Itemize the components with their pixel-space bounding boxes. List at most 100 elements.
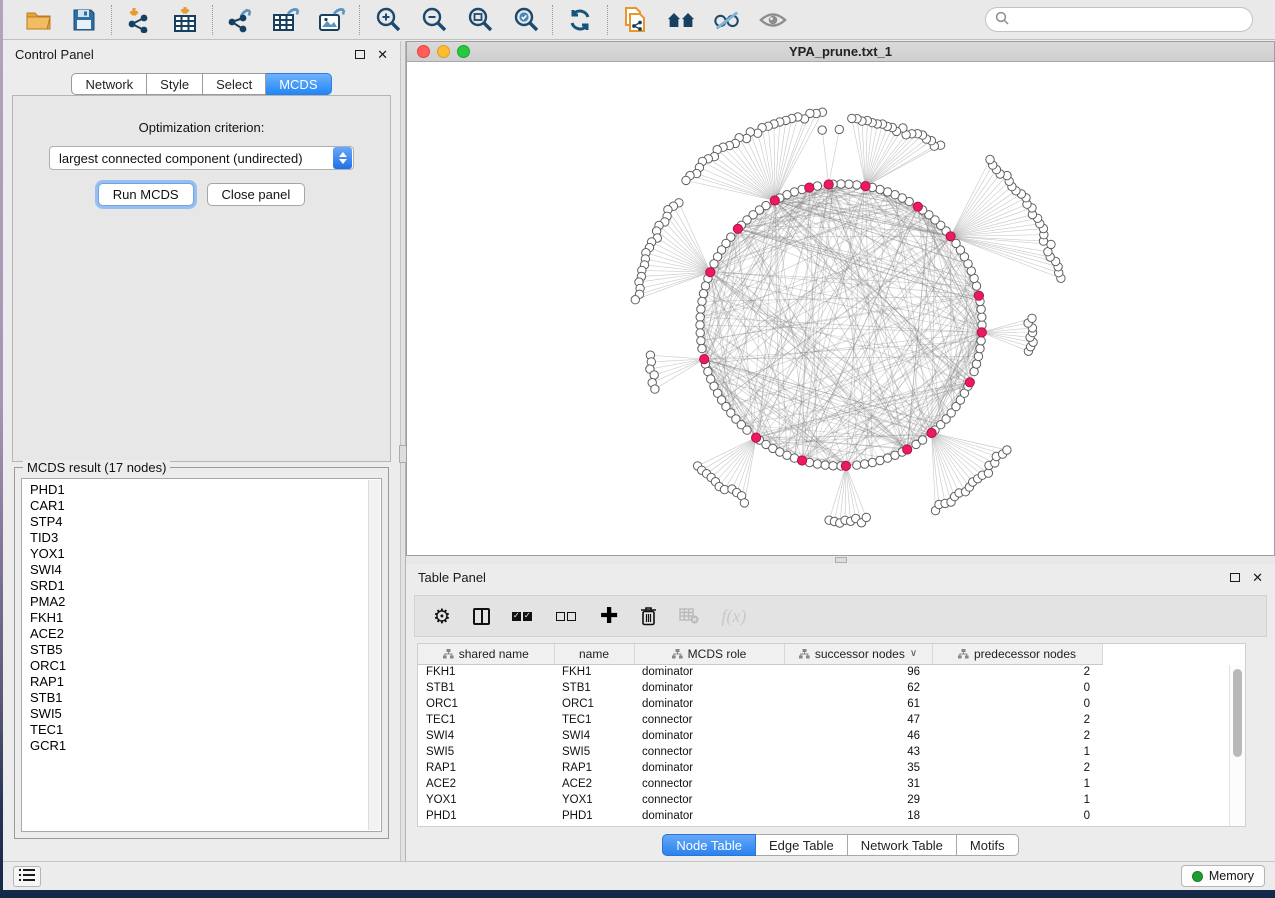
zoom-in-icon[interactable] [373, 6, 401, 34]
tab-style[interactable]: Style [147, 73, 203, 95]
mcds-result-item[interactable]: ORC1 [30, 658, 381, 674]
import-table-icon[interactable] [171, 6, 199, 34]
task-history-button[interactable] [13, 866, 41, 887]
mcds-result-item[interactable]: STP4 [30, 514, 381, 530]
mcds-result-item[interactable]: STB5 [30, 642, 381, 658]
table-row[interactable]: SWI4 SWI4 dominator 46 2 [418, 728, 1102, 744]
mcds-result-item[interactable]: PHD1 [30, 482, 381, 498]
table-row[interactable]: ACE2 ACE2 connector 31 1 [418, 776, 1102, 792]
table-panel: Table Panel ✕ ⚙ ✚ [406, 564, 1275, 861]
maximize-window-icon[interactable] [457, 45, 470, 58]
tab-edge-table[interactable]: Edge Table [756, 834, 848, 856]
export-network-icon[interactable] [226, 6, 254, 34]
table-row[interactable]: YOX1 YOX1 connector 29 1 [418, 792, 1102, 808]
table-row[interactable]: RAP1 RAP1 dominator 35 2 [418, 760, 1102, 776]
zoom-selected-icon[interactable] [511, 6, 539, 34]
column-header-shared-name[interactable]: shared name [418, 644, 554, 664]
tab-motifs[interactable]: Motifs [957, 834, 1019, 856]
mcds-result-item[interactable]: GCR1 [30, 738, 381, 754]
horizontal-splitter[interactable] [406, 556, 1275, 564]
column-header-successor-nodes[interactable]: successor nodes ∨ [784, 644, 932, 664]
list-icon [19, 869, 35, 884]
clone-network-icon[interactable] [621, 6, 649, 34]
float-panel-icon[interactable] [355, 50, 365, 59]
mcds-result-item[interactable]: SRD1 [30, 578, 381, 594]
export-table-icon[interactable] [272, 6, 300, 34]
mcds-result-list[interactable]: PHD1CAR1STP4TID3YOX1SWI4SRD1PMA2FKH1ACE2… [21, 478, 382, 832]
table-row[interactable]: TEC1 TEC1 connector 47 2 [418, 712, 1102, 728]
tab-network[interactable]: Network [71, 73, 147, 95]
control-panel-tabs: Network Style Select MCDS [3, 73, 400, 95]
network-titlebar[interactable]: YPA_prune.txt_1 [407, 42, 1274, 62]
mcds-result-item[interactable]: FKH1 [30, 610, 381, 626]
sort-descending-icon: ∨ [910, 648, 917, 659]
memory-button[interactable]: Memory [1181, 865, 1265, 887]
close-table-panel-icon[interactable]: ✕ [1252, 571, 1263, 584]
select-all-icon[interactable] [512, 612, 534, 621]
table-panel-title: Table Panel [418, 570, 486, 585]
delete-row-icon[interactable] [640, 606, 657, 626]
hierarchy-icon [443, 649, 454, 659]
table-header-row: shared name name MCDS role successor nod… [418, 644, 1102, 664]
refresh-layout-icon[interactable] [566, 6, 594, 34]
mcds-result-item[interactable]: RAP1 [30, 674, 381, 690]
tab-mcds[interactable]: MCDS [266, 73, 331, 95]
column-header-predecessor-nodes[interactable]: predecessor nodes [932, 644, 1102, 664]
optimization-criterion-value: largest connected component (undirected) [50, 151, 333, 166]
column-header-mcds-role[interactable]: MCDS role [634, 644, 784, 664]
show-columns-icon[interactable] [473, 608, 490, 625]
horizontal-splitter-grip[interactable] [835, 557, 847, 563]
import-network-icon[interactable] [125, 6, 153, 34]
table-row[interactable]: SWI5 SWI5 connector 43 1 [418, 744, 1102, 760]
function-builder-icon: f(x) [721, 606, 746, 627]
tab-node-table[interactable]: Node Table [662, 834, 756, 856]
close-panel-icon[interactable]: ✕ [377, 48, 388, 61]
save-session-icon[interactable] [70, 6, 98, 34]
mcds-result-item[interactable]: YOX1 [30, 546, 381, 562]
mcds-result-item[interactable]: ACE2 [30, 626, 381, 642]
table-scrollbar[interactable] [1229, 665, 1245, 826]
mcds-result-item[interactable]: SWI4 [30, 562, 381, 578]
tab-select[interactable]: Select [203, 73, 266, 95]
mcds-list-scrollbar[interactable] [368, 480, 380, 830]
mcds-result-item[interactable]: TEC1 [30, 722, 381, 738]
search-icon [995, 11, 1009, 28]
close-window-icon[interactable] [417, 45, 430, 58]
mcds-result-item[interactable]: CAR1 [30, 498, 381, 514]
table-row[interactable]: FKH1 FKH1 dominator 96 2 [418, 664, 1102, 680]
export-image-icon[interactable] [318, 6, 346, 34]
mcds-result-title: MCDS result (17 nodes) [23, 460, 170, 475]
float-table-panel-icon[interactable] [1230, 573, 1240, 582]
deselect-all-icon[interactable] [556, 612, 578, 621]
run-mcds-button[interactable]: Run MCDS [98, 183, 194, 206]
table-row[interactable]: PHD1 PHD1 dominator 18 0 [418, 808, 1102, 824]
minimize-window-icon[interactable] [437, 45, 450, 58]
show-all-icon[interactable] [759, 6, 787, 34]
mcds-result-box: MCDS result (17 nodes) PHD1CAR1STP4TID3Y… [14, 467, 389, 839]
optimization-criterion-select[interactable]: largest connected component (undirected) [49, 146, 354, 170]
settings-icon[interactable]: ⚙ [433, 606, 451, 626]
zoom-out-icon[interactable] [419, 6, 447, 34]
tab-network-table[interactable]: Network Table [848, 834, 957, 856]
zoom-fit-icon[interactable] [465, 6, 493, 34]
mcds-result-item[interactable]: SWI5 [30, 706, 381, 722]
open-session-icon[interactable] [24, 6, 52, 34]
application-window: Control Panel ✕ Network Style Select MCD… [3, 0, 1275, 890]
table-row[interactable]: ORC1 ORC1 dominator 61 0 [418, 696, 1102, 712]
column-header-name[interactable]: name [554, 644, 634, 664]
mcds-result-item[interactable]: STB1 [30, 690, 381, 706]
table-scrollbar-thumb[interactable] [1233, 669, 1242, 757]
network-canvas[interactable] [407, 63, 1274, 555]
hide-selected-icon[interactable] [713, 6, 741, 34]
hierarchy-icon [958, 649, 969, 659]
add-row-icon[interactable]: ✚ [600, 605, 618, 627]
mcds-result-item[interactable]: TID3 [30, 530, 381, 546]
control-panel: Control Panel ✕ Network Style Select MCD… [3, 41, 400, 861]
mcds-result-item[interactable]: PMA2 [30, 594, 381, 610]
close-panel-button[interactable]: Close panel [207, 183, 306, 206]
hierarchy-icon [672, 649, 683, 659]
search-field[interactable] [985, 7, 1253, 32]
table-row[interactable]: STB1 STB1 dominator 62 0 [418, 680, 1102, 696]
search-input[interactable] [1014, 12, 1243, 27]
first-neighbors-icon[interactable] [667, 6, 695, 34]
